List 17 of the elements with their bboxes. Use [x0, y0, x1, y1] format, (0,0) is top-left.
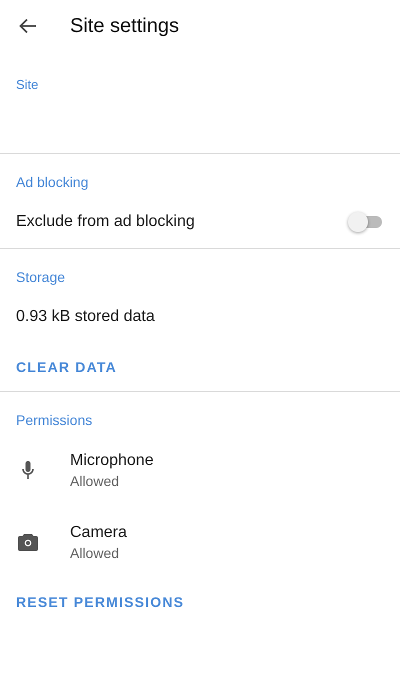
permission-status: Allowed [70, 472, 120, 488]
section-heading: Storage [16, 269, 66, 285]
storage-usage: 0.93 kB stored data [16, 308, 155, 326]
reset-permissions-button[interactable]: RESET PERMISSIONS [16, 590, 184, 614]
setting-label: Exclude from ad blocking [16, 213, 195, 231]
section-heading: Permissions [16, 412, 92, 428]
toggle-switch[interactable] [348, 212, 384, 232]
permission-status: Allowed [70, 544, 120, 560]
permission-name[interactable]: Microphone [70, 452, 154, 470]
section-heading: Ad blocking [16, 174, 88, 190]
page-title: Site settings [70, 14, 179, 38]
section-heading: Site [16, 77, 38, 92]
back-arrow-icon[interactable] [19, 18, 37, 34]
clear-data-button[interactable]: CLEAR DATA [16, 355, 117, 379]
camera-icon [18, 533, 38, 551]
microphone-icon [22, 460, 34, 480]
permission-name[interactable]: Camera [70, 524, 127, 542]
